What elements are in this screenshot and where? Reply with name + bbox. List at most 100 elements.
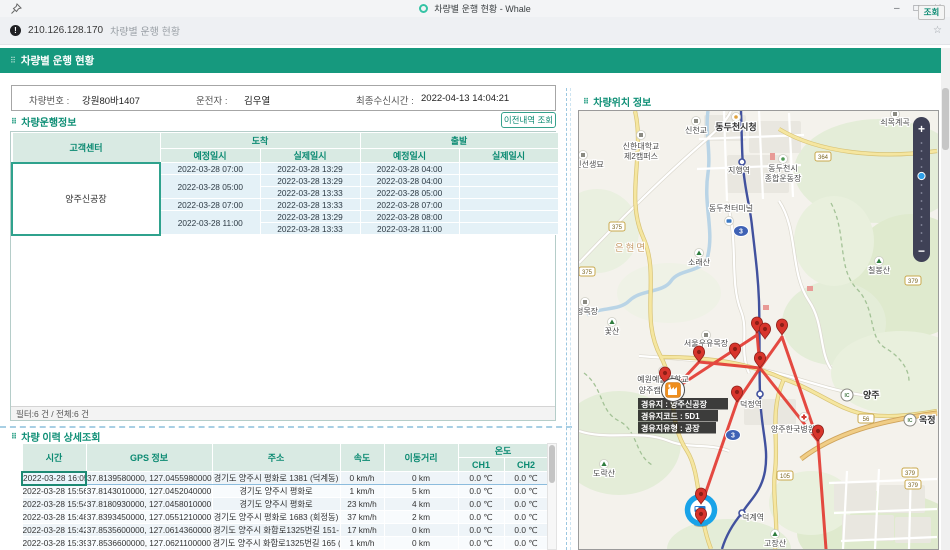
map-container: 364 375 375 379 379 379 105 56 3 3 IC IC… [578,110,939,550]
col-speed[interactable]: 속도 [339,443,385,472]
svg-text:IC: IC [908,418,913,424]
svg-text:경유지유형 : 공장: 경유지유형 : 공장 [641,423,700,433]
map-label: 쇠목계곡 [880,117,909,127]
history-scrollbar[interactable] [547,443,557,550]
window-title-group: 차량별 운행 현황 - Whale [0,0,950,17]
col-address[interactable]: 주소 [211,443,341,472]
browser-window: 차량별 운행 현황 - Whale – □ ✕ ! 210.126.128.17… [0,0,950,550]
bookmark-icon[interactable]: ☆ [933,25,942,36]
svg-text:379: 379 [908,483,919,489]
svg-text:379: 379 [908,279,919,285]
scrollbar-thumb[interactable] [942,88,949,150]
zoom-control[interactable]: + − [913,117,930,262]
whale-logo-icon [419,4,429,13]
site-info-icon[interactable]: ! [10,25,21,36]
page-scrollbar[interactable] [941,48,950,550]
col-gps[interactable]: GPS 정보 [85,443,213,472]
table-row[interactable]: 2022-03-28 15:48 37.8393450000, 127.05512… [21,510,549,524]
map-label: 동두천시 [768,163,797,173]
section-dots-icon: ⠿ [583,97,590,106]
filter-count-status: 필터:6 건 / 전체:6 건 [11,406,555,420]
map-label: 신한대학교 [623,141,660,151]
map-label: 고장산 [764,538,787,548]
map-label: 정목장 [579,306,599,316]
driver-value: 김우열 [244,96,271,107]
map-canvas[interactable]: 364 375 375 379 379 379 105 56 3 3 IC IC… [579,111,938,549]
map-label: 칠봉산 [868,265,891,275]
map-label: 덕계역 [742,512,764,522]
window-title: 차량별 운행 현황 - Whale [434,4,531,14]
map-label: 신천교 [685,125,707,135]
map-label: 소래산 [688,257,711,267]
col-customer-center[interactable]: 고객센터 [11,132,161,163]
svg-text:379: 379 [905,471,916,477]
vehicle-info-box: 차량번호 : 강원80바1407 운전자 : 김우열 최종수신시간 : 2022… [11,85,556,111]
col-distance[interactable]: 이동거리 [383,443,459,472]
map-label: 양주 [863,389,880,400]
map-label: 꽃산 [605,326,620,336]
svg-text:375: 375 [612,225,623,231]
horizontal-splitter[interactable] [0,426,572,428]
grip-dots-icon: ⠿ [10,56,16,65]
col-departure[interactable]: 출발 [359,132,559,149]
svg-text:364: 364 [818,155,829,161]
url-bar[interactable]: ! 210.126.128.170 차량별 운행 현황 ☆ [0,17,950,45]
vehicle-no-label: 차량번호 : [29,96,70,107]
map-label: 동두천시청 [715,121,756,132]
trip-table: 고객센터 도착 출발 예정일시 실제일시 예정일시 실제일시 양주신공장 202… [11,132,559,236]
title-bar: 차량별 운행 현황 - Whale – □ ✕ [0,0,950,17]
url-host: 210.126.128.170 [28,25,104,36]
col-dep-actual[interactable]: 실제일시 [458,148,559,163]
zoom-in-button[interactable]: + [918,122,925,136]
map-label: 덕정역 [740,399,762,409]
history-table-container: 시간 GPS 정보 주소 속도 이동거리 온도 CH1 CH2 2022-03-… [21,443,557,550]
query-button[interactable]: 조회 [918,5,945,20]
map-label: 종합운동장 [765,173,802,183]
history-table: 시간 GPS 정보 주소 속도 이동거리 온도 CH1 CH2 2022-03-… [21,443,549,550]
zoom-level-handle[interactable] [917,171,926,181]
col-ch2[interactable]: CH2 [503,457,549,472]
url-page-title: 차량별 운행 현황 [110,27,181,38]
prev-history-button[interactable]: 이전내역 조회 [501,112,556,128]
customer-center-cell[interactable]: 양주신공장 [11,161,161,236]
col-temperature[interactable]: 온도 [457,443,549,458]
col-arrival[interactable]: 도착 [159,132,361,149]
zoom-out-button[interactable]: − [918,244,925,258]
map-label: 신선생묘 [579,159,604,169]
col-ch1[interactable]: CH1 [457,457,505,472]
map-label: 제2캠퍼스 [624,151,658,161]
svg-text:3: 3 [739,229,743,236]
table-row-selected[interactable]: 2022-03-28 16:05 37.8139580000, 127.04559… [21,470,549,486]
table-row[interactable]: 2022-03-28 15:39 37.8536600000, 127.06211… [21,536,549,550]
trip-table-container: 고객센터 도착 출발 예정일시 실제일시 예정일시 실제일시 양주신공장 202… [10,131,559,421]
scrollbar-thumb[interactable] [549,445,555,483]
table-row[interactable]: 2022-03-28 15:42 37.8535600000, 127.06143… [21,523,549,537]
minimize-button[interactable]: – [894,3,900,14]
driver-label: 운전자 : [196,96,228,107]
col-arr-plan[interactable]: 예정일시 [159,148,261,163]
map-label: 지행역 [728,165,750,175]
waypoint-tooltip: 경유지 : 양주신공장 경유지코드 : 5D1 경유지유형 : 공장 [638,398,728,434]
vehicle-no-value: 강원80바1407 [82,96,140,107]
last-recv-value: 2022-04-13 14:04:21 [421,93,510,104]
col-arr-actual[interactable]: 실제일시 [259,148,361,163]
vertical-splitter[interactable] [566,88,571,550]
svg-text:IC: IC [845,393,850,399]
section-dots-icon: ⠿ [11,432,18,441]
page-title: 차량별 운행 현황 [20,55,95,67]
last-recv-label: 최종수신시간 : [356,96,414,107]
page-header: ⠿ 차량별 운행 현황 [0,48,950,73]
svg-text:3: 3 [731,433,735,440]
map-label: 은현면 [615,243,647,254]
col-dep-plan[interactable]: 예정일시 [359,148,460,163]
map-label: 서울우유목장 [684,338,729,348]
svg-text:375: 375 [582,270,593,276]
table-row[interactable]: 양주신공장 2022-03-28 07:00 2022-03-28 13:29 2… [11,161,559,236]
factory-marker[interactable] [661,378,685,402]
map-label: 동두천터미널 [709,203,753,213]
table-row[interactable]: 2022-03-28 15:54 37.8180930000, 127.04580… [21,497,549,511]
table-row[interactable]: 2022-03-28 15:56 37.8143010000, 127.04520… [21,484,549,498]
col-time[interactable]: 시간 [21,443,87,472]
history-section-title: ⠿ 차량 이력 상세조회 [11,432,101,444]
trip-section-title: ⠿ 차량운행정보 [11,117,77,129]
